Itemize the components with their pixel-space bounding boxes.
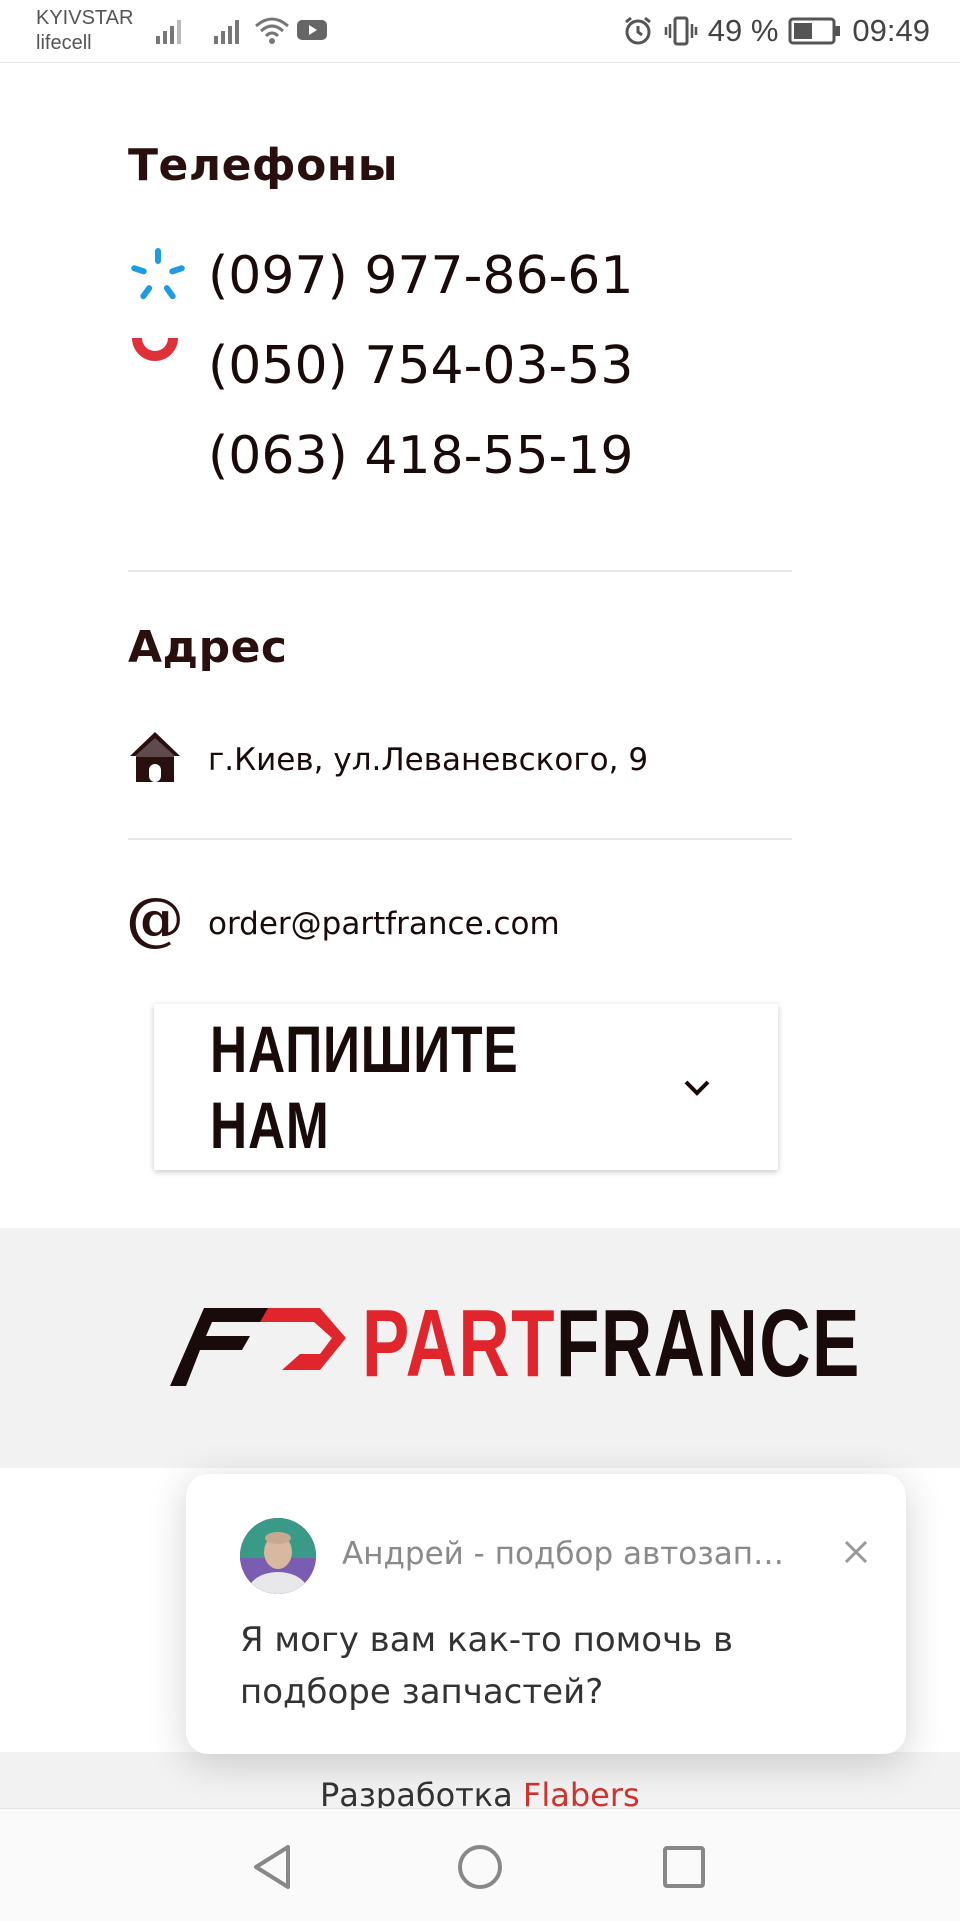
kyivstar-icon	[128, 236, 208, 316]
phone-number-link[interactable]: (063) 418-55-19	[208, 426, 633, 486]
carrier-labels: KYIVSTAR lifecell	[36, 6, 133, 56]
status-right: 49 % 09:49	[622, 0, 930, 62]
chat-popup[interactable]: Андрей - подбор автозапча... Я могу вам …	[186, 1474, 906, 1754]
phones-heading: Телефоны	[128, 140, 398, 191]
email-row[interactable]: @ order@partfrance.com	[126, 885, 560, 954]
home-button-icon[interactable]	[450, 1837, 510, 1897]
youtube-icon	[297, 20, 327, 40]
address-heading: Адрес	[128, 622, 288, 673]
credits-label: Разработка	[320, 1776, 513, 1808]
agent-name: Андрей - подбор автозапча...	[342, 1536, 802, 1572]
brand-part: PART	[362, 1290, 557, 1397]
brand-name: PARTFRANCE	[362, 1296, 861, 1392]
alarm-icon	[624, 16, 651, 45]
chevron-down-icon	[684, 1080, 710, 1096]
write-us-label: НАПИШИТЕ НАМ	[210, 1012, 519, 1162]
signal-strength-icon	[214, 20, 239, 44]
clock: 09:49	[852, 13, 930, 48]
phone-row[interactable]: (063) 418-55-19	[128, 416, 633, 496]
phone-number-link[interactable]: (097) 977-86-61	[208, 246, 633, 306]
chat-message: Я могу вам как-то помочь в подборе запча…	[240, 1620, 734, 1712]
credits: Разработка Flabers	[320, 1776, 640, 1808]
home-icon	[128, 730, 208, 790]
divider	[128, 838, 792, 840]
brand-france: FRANCE	[556, 1290, 861, 1397]
close-icon[interactable]	[836, 1532, 876, 1572]
battery-percent: 49 %	[707, 13, 779, 48]
credits-band: Разработка Flabers	[0, 1752, 960, 1808]
avatar	[240, 1518, 316, 1594]
divider	[128, 570, 792, 572]
navigation-bar	[0, 1808, 960, 1921]
email-link[interactable]: order@partfrance.com	[208, 906, 560, 942]
battery-icon	[788, 17, 841, 45]
address-text: г.Киев, ул.Леваневского, 9	[208, 742, 649, 778]
status-bar: KYIVSTAR lifecell 49 % 09:49	[0, 0, 960, 63]
recent-apps-icon[interactable]	[654, 1837, 714, 1897]
carrier-2: lifecell	[36, 32, 92, 54]
vibrate-icon	[664, 16, 697, 46]
phone-number-link[interactable]: (050) 754-03-53	[208, 336, 633, 396]
signal-strength-icon	[156, 20, 181, 44]
partfrance-logo-icon	[170, 1308, 346, 1386]
address-row: г.Киев, ул.Леваневского, 9	[128, 730, 648, 790]
phone-icon-placeholder	[128, 416, 208, 496]
vodafone-icon	[128, 326, 208, 406]
credits-link[interactable]: Flabers	[523, 1776, 640, 1808]
back-icon[interactable]	[244, 1837, 304, 1897]
phone-row[interactable]: (097) 977-86-61	[128, 236, 633, 316]
at-sign-icon: @	[126, 885, 184, 953]
carrier-1: KYIVSTAR	[36, 7, 134, 29]
write-us-button[interactable]: НАПИШИТЕ НАМ	[154, 1004, 778, 1170]
phone-row[interactable]: (050) 754-03-53	[128, 326, 633, 406]
wifi-icon	[255, 17, 289, 44]
